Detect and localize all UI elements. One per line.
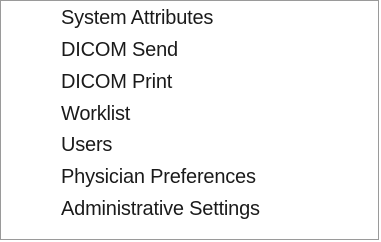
menu-item-users[interactable]: Users xyxy=(61,130,376,160)
menu-item-system-attributes[interactable]: System Attributes xyxy=(61,3,376,33)
menu-item-dicom-print[interactable]: DICOM Print xyxy=(61,67,376,97)
menu-icon-gutter xyxy=(1,1,53,239)
settings-menu: System Attributes DICOM Send DICOM Print… xyxy=(0,0,379,240)
menu-item-physician-preferences[interactable]: Physician Preferences xyxy=(61,162,376,192)
menu-item-administrative-settings[interactable]: Administrative Settings xyxy=(61,194,376,224)
menu-item-dicom-send[interactable]: DICOM Send xyxy=(61,35,376,65)
menu-item-worklist[interactable]: Worklist xyxy=(61,99,376,129)
